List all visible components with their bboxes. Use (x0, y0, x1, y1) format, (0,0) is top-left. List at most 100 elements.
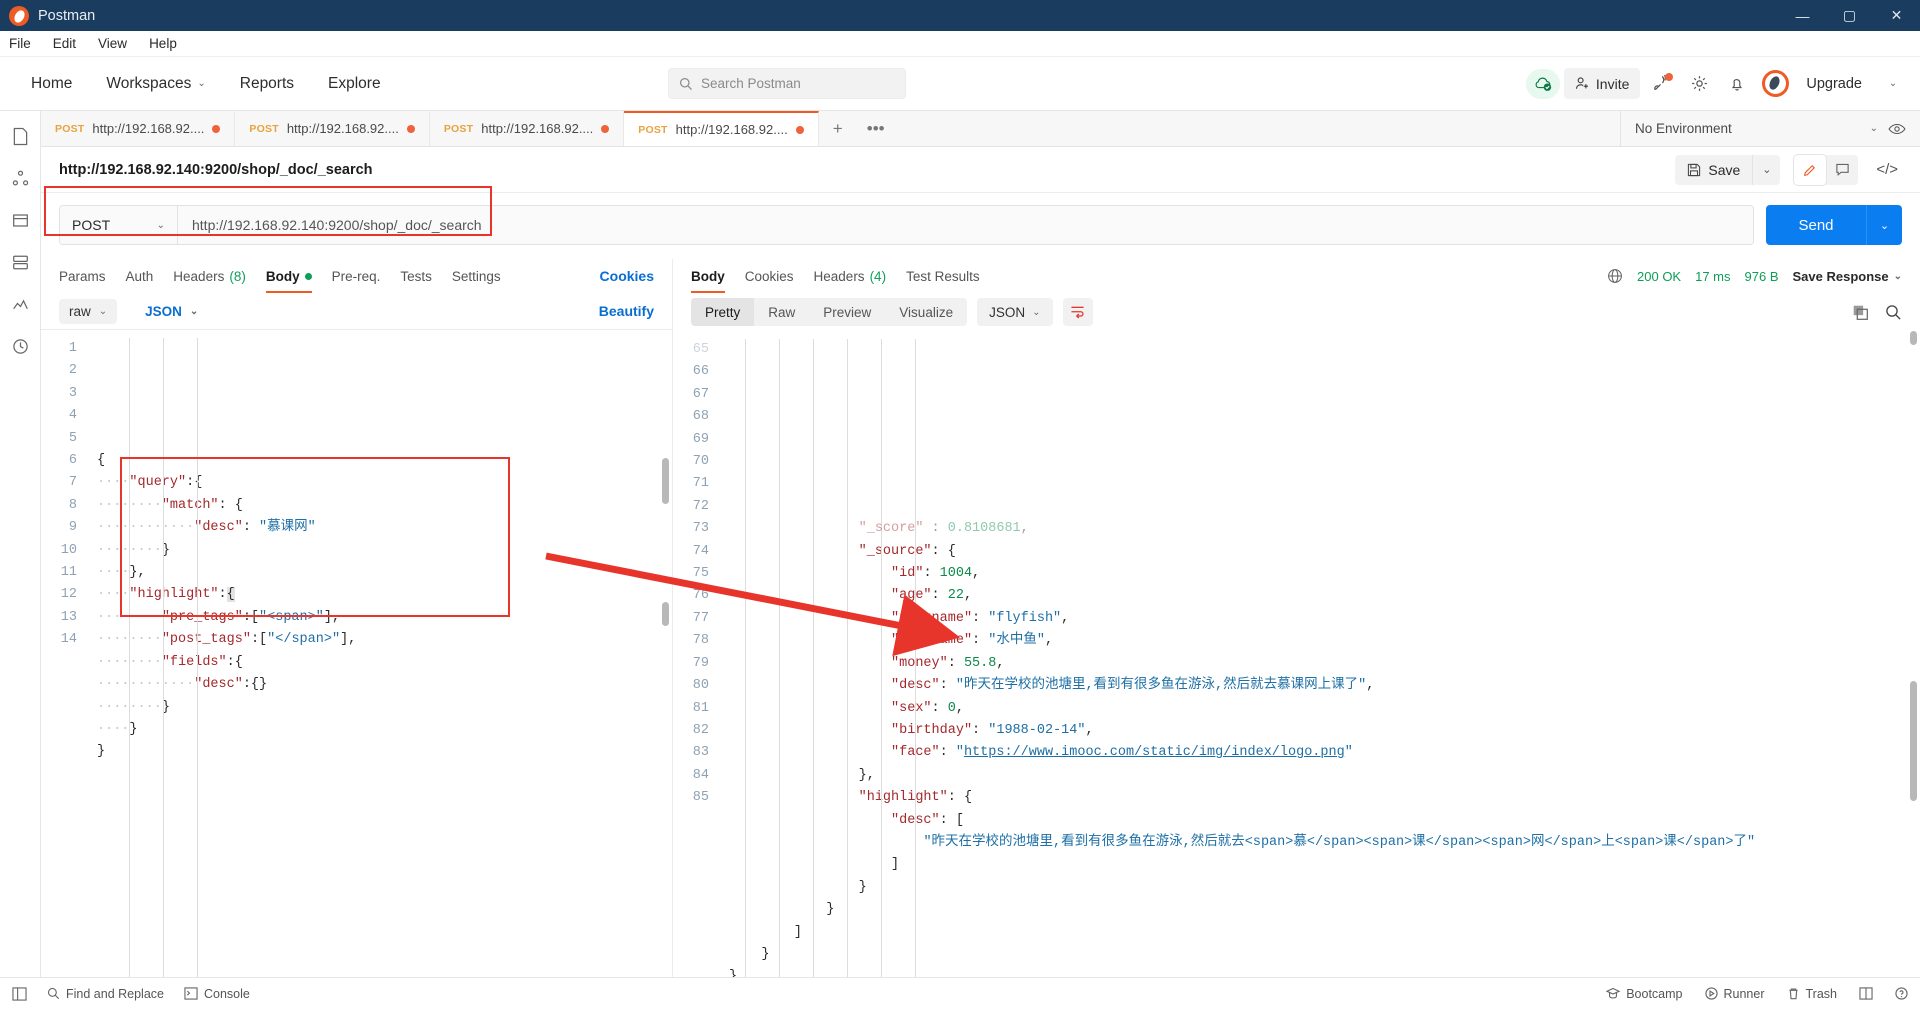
response-body-editor[interactable]: 65 66 67 68 69 70 71 72 73 74 75 76 77 78 79 80 81 82 83 84… (673, 331, 1920, 977)
invite-button[interactable]: Invite (1563, 68, 1641, 99)
send-options-button[interactable]: ⌄ (1866, 205, 1902, 245)
settings-button[interactable] (1682, 67, 1716, 101)
code-line[interactable]: } (729, 944, 1920, 966)
environment-quick-look-icon[interactable] (1888, 122, 1906, 136)
send-button[interactable]: Send (1766, 205, 1866, 245)
response-tab-test-results[interactable]: Test Results (906, 259, 980, 293)
code-line[interactable]: "desc": "昨天在学校的池塘里,看到有很多鱼在游泳,然后就去慕课网上课了"… (729, 675, 1920, 697)
save-response-button[interactable]: Save Response ⌄ (1793, 269, 1903, 284)
sidebar-toggle-button[interactable] (12, 986, 27, 1001)
two-pane-view-button[interactable] (1859, 987, 1873, 1000)
code-line[interactable]: ············"desc":{} (97, 674, 672, 696)
sidebar-environments-icon[interactable] (5, 205, 36, 236)
trash-button[interactable]: Trash (1787, 987, 1837, 1001)
code-line[interactable]: "_source": { (729, 541, 1920, 563)
nav-workspaces[interactable]: Workspaces ⌄ (89, 67, 222, 101)
code-line[interactable]: } (97, 741, 672, 763)
view-mode-raw[interactable]: Raw (754, 298, 809, 326)
nav-reports[interactable]: Reports (223, 67, 311, 101)
menu-file[interactable]: File (0, 31, 42, 57)
menu-edit[interactable]: Edit (42, 31, 87, 57)
response-tab-headers[interactable]: Headers (4) (814, 259, 887, 293)
tab-params[interactable]: Params (59, 259, 106, 293)
code-line[interactable]: "id": 1004, (729, 563, 1920, 585)
response-editor-scrollbar-thumb[interactable] (1910, 681, 1917, 801)
code-line[interactable]: ········"match": { (97, 495, 672, 517)
nav-explore[interactable]: Explore (311, 67, 398, 101)
code-line[interactable]: { (97, 450, 672, 472)
code-line[interactable]: ········} (97, 540, 672, 562)
comments-button[interactable] (1826, 155, 1858, 185)
sidebar-history-icon[interactable] (5, 331, 36, 362)
request-code[interactable]: {····"query":{········"match": {········… (87, 330, 672, 977)
response-tab-cookies[interactable]: Cookies (745, 259, 794, 293)
code-line[interactable]: ····"highlight":{ (97, 584, 672, 606)
response-format-select[interactable]: JSON ⌄ (977, 298, 1053, 326)
sidebar-monitors-icon[interactable] (5, 289, 36, 320)
view-mode-visualize[interactable]: Visualize (885, 298, 967, 326)
request-editor-scrollbar-track[interactable] (658, 330, 669, 977)
code-line[interactable]: "birthday": "1988-02-14", (729, 720, 1920, 742)
avatar[interactable] (1758, 67, 1792, 101)
wrap-lines-button[interactable] (1062, 298, 1093, 326)
code-line[interactable]: "nickname": "水中鱼", (729, 630, 1920, 652)
upgrade-button[interactable]: Upgrade (1796, 76, 1872, 92)
url-input[interactable]: http://192.168.92.140:9200/shop/_doc/_se… (178, 206, 1753, 244)
request-tab-3[interactable]: POST http://192.168.92.... (429, 111, 625, 146)
code-line[interactable]: ········"fields":{ (97, 652, 672, 674)
tab-auth[interactable]: Auth (126, 259, 154, 293)
view-mode-preview[interactable]: Preview (809, 298, 885, 326)
tab-headers[interactable]: Headers (8) (173, 259, 246, 293)
tab-tests[interactable]: Tests (400, 259, 432, 293)
response-editor-scrollbar-track[interactable] (1906, 331, 1917, 977)
menu-view[interactable]: View (87, 31, 138, 57)
code-line[interactable]: "sex": 0, (729, 698, 1920, 720)
code-line[interactable]: ····}, (97, 562, 672, 584)
code-line[interactable]: "昨天在学校的池塘里,看到有很多鱼在游泳,然后就去<span>慕</span><… (729, 832, 1920, 854)
code-line[interactable]: ] (729, 854, 1920, 876)
request-editor-scrollbar-thumb[interactable] (662, 458, 669, 504)
bootcamp-button[interactable]: Bootcamp (1606, 987, 1683, 1001)
tab-settings[interactable]: Settings (452, 259, 501, 293)
search-input[interactable]: Search Postman (668, 68, 906, 99)
code-line[interactable]: ············"desc": "慕课网" (97, 517, 672, 539)
beautify-button[interactable]: Beautify (599, 303, 654, 319)
response-tab-body[interactable]: Body (691, 259, 725, 293)
header-overflow-button[interactable]: ⌄ (1876, 67, 1910, 101)
save-button[interactable]: Save (1675, 154, 1753, 185)
save-options-button[interactable]: ⌄ (1752, 154, 1781, 185)
view-mode-pretty[interactable]: Pretty (691, 298, 755, 326)
code-snippet-button[interactable]: </> (1866, 161, 1908, 178)
code-line[interactable]: "highlight": { (729, 787, 1920, 809)
body-language-select[interactable]: JSON ⌄ (135, 299, 208, 324)
request-tab-2[interactable]: POST http://192.168.92.... (235, 111, 430, 146)
find-and-replace-button[interactable]: Find and Replace (47, 987, 164, 1001)
code-line[interactable]: ········"pre_tags":["<span>"], (97, 607, 672, 629)
console-button[interactable]: Console (184, 987, 250, 1001)
code-line[interactable]: "face": "https://www.imooc.com/static/im… (729, 742, 1920, 764)
copy-button[interactable] (1852, 304, 1869, 321)
request-tab-4-active[interactable]: POST http://192.168.92.... (624, 111, 819, 146)
new-tab-button[interactable]: + (819, 111, 857, 146)
close-button[interactable]: ✕ (1873, 0, 1920, 31)
code-line[interactable]: "_score" : 0.8108681, (729, 518, 1920, 540)
code-line[interactable]: }, (729, 765, 1920, 787)
tab-pre-request[interactable]: Pre-req. (332, 259, 381, 293)
nav-home[interactable]: Home (14, 67, 89, 101)
edit-request-button[interactable] (1794, 154, 1827, 185)
minimize-button[interactable]: — (1779, 0, 1826, 31)
code-line[interactable]: } (729, 877, 1920, 899)
code-line[interactable]: "desc": [ (729, 810, 1920, 832)
sync-status-button[interactable] (1525, 67, 1560, 101)
announcements-button[interactable] (1644, 67, 1678, 101)
tab-options-button[interactable]: ••• (857, 111, 895, 146)
response-code[interactable]: "_score" : 0.8108681, "_source": { "id":… (719, 331, 1920, 977)
notifications-button[interactable] (1720, 67, 1754, 101)
method-select[interactable]: POST ⌄ (60, 206, 178, 244)
search-response-button[interactable] (1885, 304, 1902, 321)
request-editor-scrollbar-thumb-2[interactable] (662, 602, 669, 626)
environment-selector[interactable]: No Environment ⌄ (1620, 111, 1920, 146)
sidebar-collections-icon[interactable] (5, 121, 36, 152)
code-line[interactable]: ····"query":{ (97, 472, 672, 494)
request-tab-1[interactable]: POST http://192.168.92.... (41, 111, 236, 146)
